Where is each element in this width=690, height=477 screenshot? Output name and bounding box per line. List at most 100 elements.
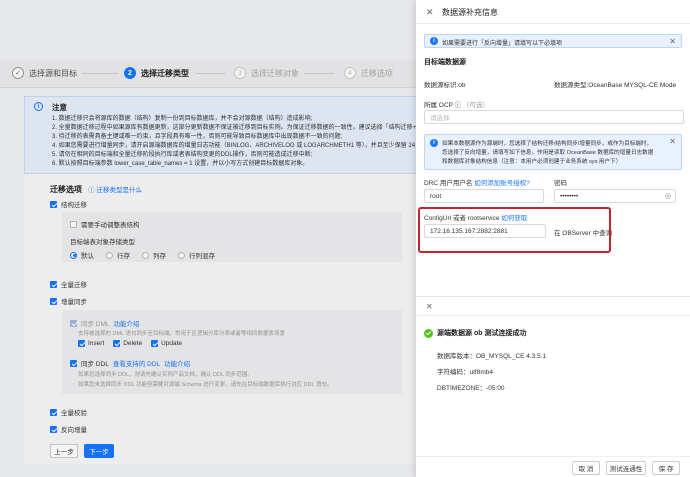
full-verify-label: 全量校验 xyxy=(61,410,87,417)
radio-row[interactable] xyxy=(106,251,113,259)
step-2[interactable]: 2 选择迁移类型 xyxy=(124,67,189,79)
reverse-incremental-alert: i 如果需要进行「反向增量」请填写以下必填项 ✕ xyxy=(424,34,682,48)
prev-step-button[interactable]: 上一步 xyxy=(50,444,78,458)
notice-line: 5. 请勿在相同的目标端和全量迁移阶段执行库或者表结构变更的DDL操作，否则可能… xyxy=(52,152,313,158)
close-icon[interactable]: ✕ xyxy=(426,7,434,18)
check-icon: ✓ xyxy=(12,67,24,79)
eye-off-icon[interactable]: ◎ xyxy=(665,192,671,200)
radio-column[interactable] xyxy=(142,251,149,259)
next-step-button[interactable]: 下一步 xyxy=(84,444,114,458)
success-text: 源端数据源 ob 测试连接成功 xyxy=(437,330,527,337)
drawer-footer xyxy=(416,456,690,477)
radio-hybrid-label: 行列混存 xyxy=(189,253,215,260)
ddl-description-2: 如果您未选择同步 DDL 功能但需要对源端 Schema 进行变更，请先在目标端… xyxy=(78,382,333,388)
save-button[interactable]: 保 存 xyxy=(652,461,680,475)
ocp-label: 所属 OCP ⓘ （可选） xyxy=(424,99,489,109)
info-icon: i xyxy=(34,102,43,111)
storage-type-label: 目标端表对象存储类型 xyxy=(70,239,135,246)
delete-checkbox[interactable] xyxy=(113,340,121,347)
info-icon: i xyxy=(430,37,438,45)
migration-type-help-link[interactable]: ⓘ 迁移类型是什么 xyxy=(88,187,142,194)
step-3-label: 选择迁移对象 xyxy=(251,68,299,78)
sync-dml-option[interactable]: 同步 DML 功能介绍 xyxy=(70,318,140,328)
step-4[interactable]: 4 迁移选项 xyxy=(344,67,393,79)
schema-label: 结构迁移 xyxy=(61,202,87,209)
schema-checkbox[interactable] xyxy=(50,200,57,208)
ocp-label-text: 所属 OCP xyxy=(424,102,453,109)
close-icon[interactable]: ✕ xyxy=(426,302,433,311)
dml-intro-link[interactable]: 功能介绍 xyxy=(114,318,140,328)
highlight-box xyxy=(418,207,611,253)
update-checkbox[interactable] xyxy=(151,340,159,347)
full-migration-option[interactable]: 全量迁移 xyxy=(50,279,87,289)
sync-dml-checkbox[interactable] xyxy=(70,319,77,327)
drc-username-input[interactable]: root xyxy=(424,189,544,203)
step-4-label: 迁移选项 xyxy=(361,68,393,78)
insert-label: Insert xyxy=(88,340,105,347)
datasource-id: 数据源标识:ob xyxy=(424,82,466,89)
db-timezone: DBTIMEZONE：-05:00 xyxy=(437,385,505,392)
alert-line: 您选择了反向增量，请填写如下信息，作用是读取 OceanBase 数据库的增量日… xyxy=(442,150,654,156)
sync-ddl-label: 同步 DDL xyxy=(81,361,109,368)
sync-dml-label: 同步 DML xyxy=(81,321,110,328)
migration-section-title: 迁移选项 ⓘ 迁移类型是什么 xyxy=(50,184,142,195)
step-divider xyxy=(304,73,334,74)
step-3-number: 3 xyxy=(234,67,246,79)
step-1[interactable]: ✓ 选择源和目标 xyxy=(12,67,77,79)
reverse-incremental-option[interactable]: 反向增量 xyxy=(50,424,87,434)
manual-adjust-option[interactable]: 需要手动调整表结构 xyxy=(70,219,140,229)
test-success-title: 源端数据源 ob 测试连接成功 xyxy=(424,328,526,338)
add-account-link[interactable]: 如何添加账号授权? xyxy=(474,180,530,187)
notice-line: 6. 默认按照目标端参数 lower_case_table_names = 1 … xyxy=(52,161,309,167)
cancel-button[interactable]: 取 消 xyxy=(572,461,600,475)
step-divider xyxy=(82,73,118,74)
schema-migration-option[interactable]: 结构迁移 xyxy=(50,199,87,209)
manual-adjust-checkbox[interactable] xyxy=(70,220,77,228)
insert-checkbox[interactable] xyxy=(78,340,85,347)
alert-close-icon[interactable]: ✕ xyxy=(669,137,676,146)
log-info-alert: i 如果本数据源作为源端时，您选择了结构迁移/结构同步/增量同步，或作为目标端时… xyxy=(424,134,682,170)
step-3[interactable]: 3 选择迁移对象 xyxy=(234,67,299,79)
storage-type-radios: 默认 行存 列存 行列混存 xyxy=(70,250,215,260)
incremental-sync-option[interactable]: 增量同步 xyxy=(50,296,87,306)
delete-label: Delete xyxy=(123,340,143,347)
test-connectivity-button[interactable]: 测试连通性 xyxy=(606,461,646,475)
password-input[interactable]: •••••••• ◎ xyxy=(554,189,676,203)
datasource-type: 数据源类型:OceanBase MYSQL-CE Mode xyxy=(554,82,677,89)
step-4-number: 4 xyxy=(344,67,356,79)
supported-ddl-link[interactable]: 查看支持的 DDL xyxy=(113,358,160,368)
full-verify-checkbox[interactable] xyxy=(50,408,57,416)
alert-close-icon[interactable]: ✕ xyxy=(669,37,676,46)
sync-ddl-checkbox[interactable] xyxy=(70,359,77,367)
radio-default-label: 默认 xyxy=(81,253,94,260)
notice-box: i 注意 1. 数据迁移只会将源库的数据（结构）复制一份到目标数据库，并不会对源… xyxy=(24,96,435,174)
drc-label-text: DRC 用户用户名 xyxy=(424,180,473,187)
sync-ddl-option[interactable]: 同步 DDL 查看支持的 DDL 功能介绍 xyxy=(70,358,190,368)
help-icon: ⓘ xyxy=(454,102,462,109)
section-title-text: 迁移选项 xyxy=(50,185,82,194)
radio-default[interactable] xyxy=(70,251,77,259)
reverse-incremental-checkbox[interactable] xyxy=(50,425,57,433)
step-2-label: 选择迁移类型 xyxy=(141,68,189,78)
dml-ops: Insert Delete Update xyxy=(78,340,182,347)
ocp-select[interactable]: 请选择 xyxy=(424,110,684,124)
optional-text: （可选） xyxy=(462,102,489,109)
manual-adjust-label: 需要手动调整表结构 xyxy=(81,222,140,229)
notice-line: 2. 全量数据迁移过程中如果源库有数据更新，这部分更新数据不保证被迁移到目标实例… xyxy=(52,125,435,131)
incremental-checkbox[interactable] xyxy=(50,297,57,305)
alert-text: 如果需要进行「反向增量」请填写以下必填项 xyxy=(442,41,563,47)
full-migration-checkbox[interactable] xyxy=(50,280,57,288)
radio-hybrid[interactable] xyxy=(178,251,185,259)
full-verify-option[interactable]: 全量校验 xyxy=(50,407,87,417)
charset: 字符编码：utf8mb4 xyxy=(437,369,493,376)
test-result-header: ✕ xyxy=(416,296,690,316)
drc-user-label: DRC 用户用户名 如何添加账号授权? xyxy=(424,177,530,187)
notice-title: 注意 xyxy=(52,103,67,112)
db-version: 数据库版本：OB_MYSQL_CE 4.3.5.1 xyxy=(437,353,547,360)
incremental-label: 增量同步 xyxy=(61,299,87,306)
full-migration-label: 全量迁移 xyxy=(61,282,87,289)
ddl-intro-link[interactable]: 功能介绍 xyxy=(164,358,190,368)
password-value: •••••••• xyxy=(560,192,579,200)
notice-line: 1. 数据迁移只会将源库的数据（结构）复制一份到目标数据库，并不会对源数据（结构… xyxy=(52,116,313,122)
reverse-incremental-label: 反向增量 xyxy=(61,427,87,434)
